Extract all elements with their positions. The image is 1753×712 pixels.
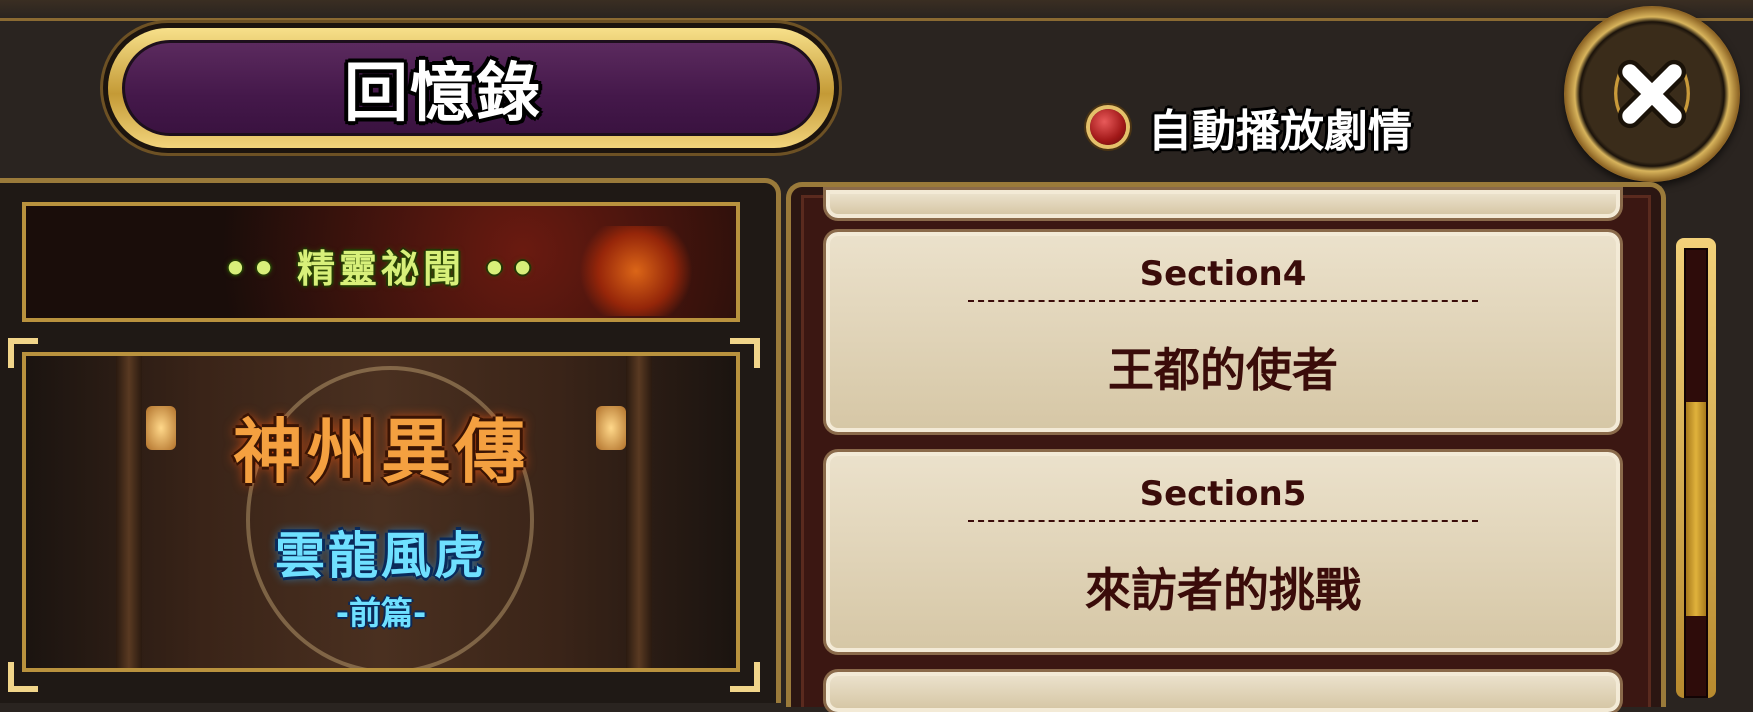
page-title: 回憶錄 bbox=[344, 57, 542, 131]
autoplay-toggle[interactable]: 自動播放劇情 bbox=[1090, 95, 1412, 159]
close-button[interactable] bbox=[1564, 6, 1740, 182]
chapter-banner-spirit-secrets[interactable]: •• 精靈祕聞 •• bbox=[22, 202, 740, 322]
chapter-title: 神州異傳 bbox=[233, 411, 529, 493]
chapter-banner-shenzhou[interactable]: 神州異傳 雲龍風虎 -前篇- bbox=[22, 352, 740, 672]
section-title: 來訪者的挑戰 bbox=[1085, 563, 1361, 617]
autoplay-radio-icon[interactable] bbox=[1090, 109, 1126, 145]
section-number: Section4 bbox=[1139, 254, 1307, 294]
section-number: Section5 bbox=[1139, 474, 1307, 514]
dashed-divider bbox=[968, 520, 1478, 522]
autoplay-label: 自動播放劇情 bbox=[1148, 106, 1412, 157]
chapter-part: -前篇- bbox=[335, 594, 427, 632]
chapter-subtitle: 雲龍風虎 bbox=[275, 527, 487, 585]
scroll-track[interactable] bbox=[1684, 248, 1708, 698]
close-x-icon bbox=[1614, 59, 1690, 129]
section-card-partial[interactable] bbox=[826, 190, 1620, 218]
section-card[interactable]: Section5 來訪者的挑戰 bbox=[826, 452, 1620, 652]
section-card-partial[interactable] bbox=[826, 672, 1620, 712]
title-inner: 回憶錄 bbox=[122, 40, 820, 136]
chapter-label: •• 精靈祕聞 •• bbox=[223, 247, 539, 291]
dashed-divider bbox=[968, 300, 1478, 302]
top-frame bbox=[0, 0, 1753, 21]
section-title: 王都的使者 bbox=[1108, 343, 1338, 397]
section-card[interactable]: Section4 王都的使者 bbox=[826, 232, 1620, 432]
scroll-thumb[interactable] bbox=[1686, 402, 1706, 616]
title-plate: 回憶錄 bbox=[108, 28, 834, 148]
scrollbar[interactable] bbox=[1676, 238, 1716, 698]
